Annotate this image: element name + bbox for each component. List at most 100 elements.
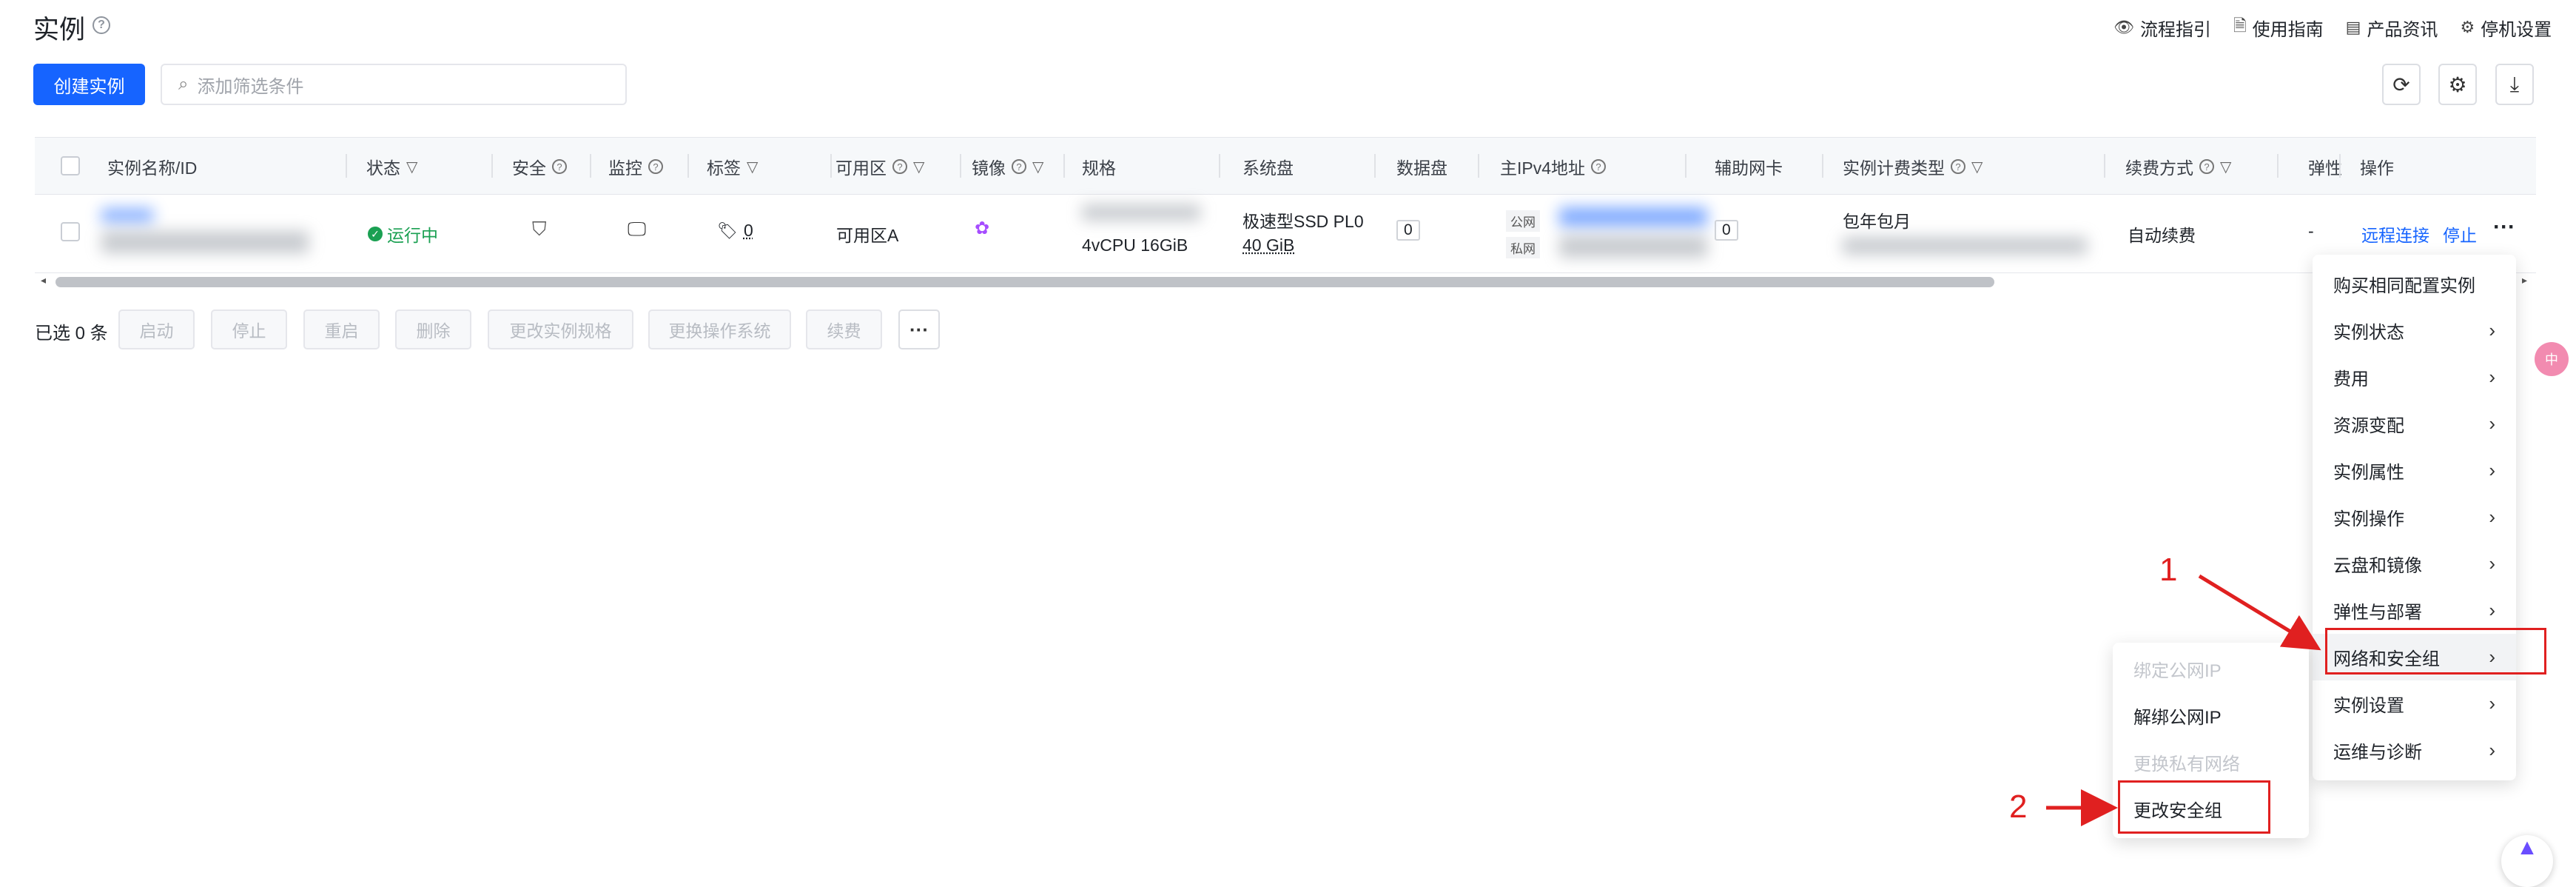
- public-ip-label: 公网: [1506, 210, 1540, 232]
- menu-item-elastic-deploy[interactable]: 弹性与部署 ›: [2313, 587, 2516, 634]
- batch-more-button[interactable]: ···: [898, 309, 940, 349]
- tag-cell[interactable]: 🏷 0: [717, 221, 753, 241]
- help-icon[interactable]: ?: [1012, 159, 1026, 174]
- selected-count: 已选 0 条: [35, 324, 108, 344]
- select-all-checkbox[interactable]: [61, 156, 80, 175]
- help-icon[interactable]: ?: [552, 159, 567, 174]
- renewal-value: 自动续费: [2128, 226, 2196, 245]
- annotation-step-1: 1: [2159, 552, 2178, 588]
- chevron-right-icon: ›: [2489, 552, 2495, 575]
- col-status[interactable]: 状态 ▽: [366, 154, 417, 179]
- download-button[interactable]: ⤓: [2495, 64, 2534, 105]
- renew-button[interactable]: 续费: [806, 309, 882, 349]
- scroll-right-icon[interactable]: ▸: [2522, 274, 2527, 287]
- product-news-link[interactable]: ▤ 产品资讯: [2346, 13, 2438, 41]
- user-guide-link[interactable]: 🗎 使用指南: [2233, 13, 2324, 41]
- menu-item-disk-image[interactable]: 云盘和镜像 ›: [2313, 540, 2516, 587]
- assistant-icon[interactable]: ▲: [2501, 835, 2553, 887]
- menu-item-instance-operations[interactable]: 实例操作 ›: [2313, 494, 2516, 540]
- shutdown-settings-link[interactable]: ⚙ 停机设置: [2460, 13, 2552, 41]
- annotation-step-2: 2: [2009, 789, 2028, 825]
- private-ip-redacted: [1559, 235, 1707, 258]
- eye-icon: 👁: [2113, 18, 2134, 36]
- submenu-unbind-public-ip[interactable]: 解绑公网IP: [2113, 692, 2309, 739]
- help-icon[interactable]: ?: [1591, 159, 1607, 174]
- col-renewal[interactable]: 续费方式? ▽: [2125, 154, 2231, 179]
- change-os-button[interactable]: 更换操作系统: [648, 309, 791, 349]
- billing-expiry-redacted: [1843, 237, 2087, 255]
- public-ip-redacted[interactable]: [1559, 207, 1707, 227]
- instance-name-redacted[interactable]: [101, 209, 153, 222]
- row-checkbox[interactable]: [61, 222, 80, 241]
- submenu-bind-public-ip[interactable]: 绑定公网IP: [2113, 646, 2309, 692]
- horizontal-scrollbar[interactable]: [56, 277, 1994, 287]
- col-image[interactable]: 镜像? ▽: [972, 154, 1043, 179]
- menu-item-instance-settings[interactable]: 实例设置 ›: [2313, 680, 2516, 727]
- help-icon[interactable]: ?: [892, 159, 907, 174]
- data-disk-count[interactable]: 0: [1396, 219, 1420, 241]
- restart-button[interactable]: 重启: [303, 309, 380, 349]
- download-icon: ⤓: [2509, 72, 2520, 96]
- col-tags[interactable]: 标签 ▽: [707, 154, 758, 179]
- table-header: 实例名称/ID 状态 ▽ 安全? 监控? 标签 ▽ 可用区? ▽ 镜像? ▽ 规格 系统…: [35, 137, 2536, 195]
- filter-icon[interactable]: ▽: [406, 158, 417, 176]
- filter-icon[interactable]: ▽: [2220, 158, 2231, 176]
- chevron-right-icon: ›: [2489, 692, 2495, 714]
- menu-item-buy-same[interactable]: 购买相同配置实例: [2313, 261, 2516, 307]
- filter-search-input[interactable]: ⌕ 添加筛选条件: [161, 64, 627, 105]
- menu-item-instance-status[interactable]: 实例状态 ›: [2313, 307, 2516, 354]
- col-billing-type[interactable]: 实例计费类型? ▽: [1843, 154, 1983, 179]
- col-elastic: 弹性: [2308, 158, 2342, 178]
- secondary-nic-count[interactable]: 0: [1715, 219, 1738, 241]
- settings-button[interactable]: ⚙: [2438, 64, 2477, 105]
- check-circle-icon: ✓: [368, 227, 383, 241]
- col-spec: 规格: [1082, 158, 1116, 178]
- filter-icon[interactable]: ▽: [747, 158, 758, 176]
- monitor-icon[interactable]: 🖵: [628, 218, 646, 241]
- news-icon: ▤: [2345, 18, 2361, 36]
- document-icon: 🗎: [2233, 16, 2247, 35]
- tag-icon: 🏷: [717, 221, 738, 240]
- page-title: 实例: [33, 16, 86, 44]
- menu-item-ops-diagnosis[interactable]: 运维与诊断 ›: [2313, 727, 2516, 774]
- help-icon[interactable]: ?: [93, 16, 110, 34]
- change-spec-button[interactable]: 更改实例规格: [488, 309, 633, 349]
- menu-item-billing[interactable]: 费用 ›: [2313, 354, 2516, 401]
- actions-dropdown-menu: 购买相同配置实例 实例状态 › 费用 › 资源变配 › 实例属性 › 实例操作 › 云盘和…: [2313, 255, 2516, 780]
- col-ipv4: 主IPv4地址?: [1500, 154, 1607, 179]
- help-icon[interactable]: ?: [2199, 159, 2214, 174]
- remote-connect-link[interactable]: 远程连接: [2361, 221, 2429, 247]
- filter-icon[interactable]: ▽: [913, 158, 924, 176]
- chevron-right-icon: ›: [2489, 459, 2495, 481]
- submenu-change-vpc[interactable]: 更换私有网络: [2113, 739, 2309, 786]
- more-actions-icon[interactable]: ···: [2493, 215, 2515, 240]
- system-disk-size[interactable]: 40 GiB: [1242, 235, 1294, 255]
- translate-icon[interactable]: 中: [2535, 342, 2569, 376]
- col-zone[interactable]: 可用区? ▽: [835, 154, 924, 179]
- os-image-icon[interactable]: ✿: [975, 218, 989, 239]
- annotation-box-change-security-group: [2118, 780, 2270, 834]
- help-icon[interactable]: ?: [648, 159, 663, 174]
- col-system-disk: 系统盘: [1242, 158, 1294, 178]
- stop-link[interactable]: 停止: [2443, 221, 2477, 247]
- menu-item-resource-change[interactable]: 资源变配 ›: [2313, 401, 2516, 447]
- filter-icon[interactable]: ▽: [1971, 158, 1983, 176]
- chevron-right-icon: ›: [2489, 599, 2495, 621]
- spec-value: 4vCPU 16GiB: [1082, 235, 1188, 255]
- start-button[interactable]: 启动: [118, 309, 195, 349]
- process-guide-link[interactable]: 👁 流程指引: [2113, 13, 2211, 41]
- security-shield-icon[interactable]: ⛉: [532, 218, 547, 241]
- arrow-step-1: [2198, 574, 2321, 651]
- delete-button[interactable]: 删除: [395, 309, 471, 349]
- stop-button[interactable]: 停止: [211, 309, 287, 349]
- refresh-button[interactable]: ⟳: [2382, 64, 2421, 105]
- chevron-right-icon: ›: [2489, 319, 2495, 341]
- col-data-disk: 数据盘: [1396, 158, 1447, 178]
- create-instance-button[interactable]: 创建实例: [33, 64, 145, 105]
- menu-item-instance-attributes[interactable]: 实例属性 ›: [2313, 447, 2516, 494]
- col-actions: 操作: [2360, 158, 2394, 178]
- filter-icon[interactable]: ▽: [1032, 158, 1043, 176]
- scroll-left-icon[interactable]: ◂: [41, 274, 46, 287]
- elastic-value: -: [2308, 221, 2314, 241]
- help-icon[interactable]: ?: [1951, 159, 1965, 174]
